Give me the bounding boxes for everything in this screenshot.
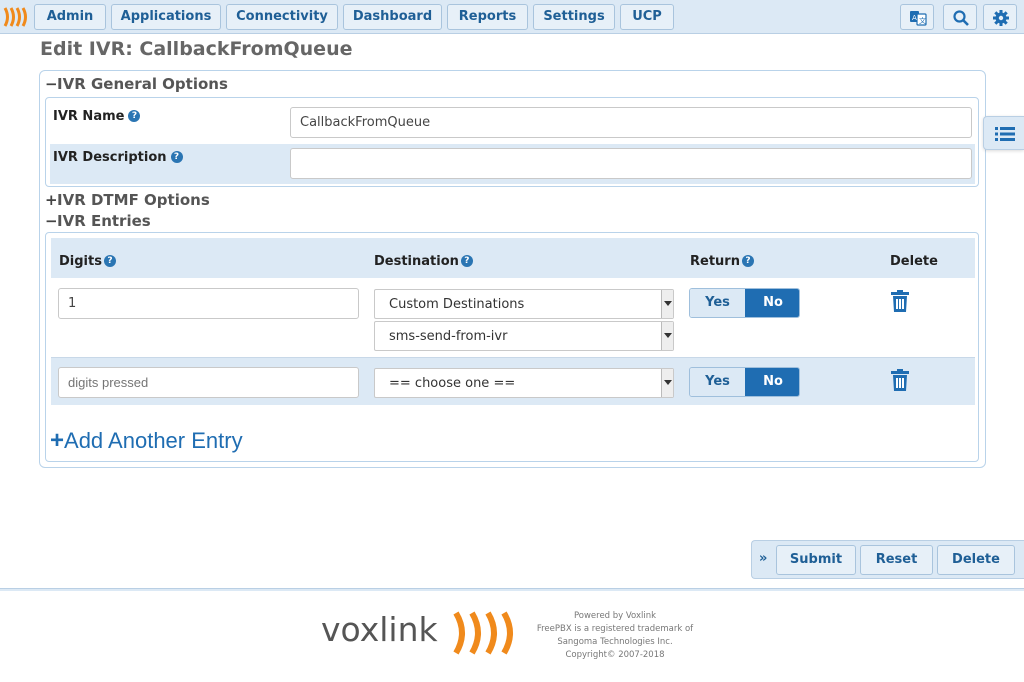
- general-options-header[interactable]: −IVR General Options: [45, 75, 228, 93]
- destination-header: Destination?: [374, 254, 473, 269]
- expand-icon: +: [45, 191, 58, 209]
- chevron-down-icon: [661, 290, 673, 318]
- list-icon: [995, 127, 1015, 141]
- chevron-down-icon: [661, 322, 673, 350]
- nav-dashboard[interactable]: Dashboard: [343, 4, 442, 30]
- footer-divider: [0, 588, 1024, 591]
- entries-title: IVR Entries: [57, 212, 151, 230]
- nav-ucp[interactable]: UCP: [620, 4, 674, 30]
- search-button[interactable]: [943, 4, 977, 30]
- voxlink-logo-icon[interactable]: [2, 6, 30, 28]
- nav-reports[interactable]: Reports: [447, 4, 528, 30]
- entries-header[interactable]: −IVR Entries: [45, 212, 151, 230]
- help-icon[interactable]: ?: [103, 255, 116, 267]
- ivr-description-input[interactable]: [290, 148, 972, 179]
- destination-select[interactable]: == choose one ==: [374, 368, 674, 398]
- dtmf-options-title: IVR DTMF Options: [57, 191, 210, 209]
- reset-button[interactable]: Reset: [860, 545, 933, 575]
- add-entry-link[interactable]: +Add Another Entry: [50, 427, 243, 455]
- top-nav: Admin Applications Connectivity Dashboar…: [0, 0, 1024, 34]
- trash-icon[interactable]: [890, 369, 910, 391]
- collapse-action-bar-icon[interactable]: »: [759, 551, 767, 566]
- return-toggle: Yes No: [689, 367, 800, 397]
- digits-input[interactable]: [58, 367, 359, 398]
- language-button[interactable]: A 文: [900, 4, 934, 30]
- return-no-button[interactable]: No: [745, 368, 799, 396]
- chevron-down-icon: [661, 369, 673, 397]
- help-icon[interactable]: ?: [128, 110, 141, 122]
- destination-select[interactable]: Custom Destinations: [374, 289, 674, 319]
- svg-text:A: A: [912, 14, 917, 22]
- settings-button[interactable]: [983, 4, 1017, 30]
- ivr-name-input[interactable]: CallbackFromQueue: [290, 107, 972, 138]
- dtmf-options-header[interactable]: +IVR DTMF Options: [45, 191, 210, 209]
- collapse-icon: −: [45, 212, 58, 230]
- digits-input[interactable]: 1: [58, 288, 359, 319]
- footer-brand: voxlink: [321, 610, 438, 649]
- help-icon[interactable]: ?: [741, 255, 754, 267]
- side-panel-toggle[interactable]: [983, 116, 1024, 150]
- digits-header: Digits?: [59, 254, 116, 269]
- return-yes-button[interactable]: Yes: [690, 368, 745, 396]
- gear-icon: [993, 10, 1009, 26]
- delete-header: Delete: [890, 254, 938, 269]
- help-icon[interactable]: ?: [460, 255, 473, 267]
- help-icon[interactable]: ?: [170, 151, 183, 163]
- entries-table-header: [51, 238, 975, 278]
- footer-text: Powered by Voxlink FreePBX is a register…: [536, 611, 694, 660]
- nav-settings[interactable]: Settings: [533, 4, 615, 30]
- trash-icon[interactable]: [890, 290, 910, 312]
- collapse-icon: −: [45, 75, 58, 93]
- svg-text:文: 文: [919, 16, 926, 25]
- voxlink-logo-icon: [453, 611, 513, 655]
- search-icon: [953, 10, 969, 26]
- return-header: Return?: [690, 254, 754, 269]
- delete-button[interactable]: Delete: [937, 545, 1015, 575]
- nav-applications[interactable]: Applications: [111, 4, 221, 30]
- return-yes-button[interactable]: Yes: [690, 289, 745, 317]
- return-no-button[interactable]: No: [745, 289, 799, 317]
- page-title: Edit IVR: CallbackFromQueue: [40, 38, 353, 60]
- submit-button[interactable]: Submit: [776, 545, 856, 575]
- return-toggle: Yes No: [689, 288, 800, 318]
- nav-connectivity[interactable]: Connectivity: [226, 4, 338, 30]
- language-icon: A 文: [910, 11, 927, 26]
- action-bar: » Submit Reset Delete: [751, 540, 1024, 579]
- sub-destination-select[interactable]: sms-send-from-ivr: [374, 321, 674, 351]
- nav-admin[interactable]: Admin: [34, 4, 106, 30]
- plus-icon: +: [50, 427, 65, 454]
- ivr-name-label: IVR Name?: [53, 109, 141, 124]
- ivr-description-label: IVR Description?: [53, 150, 183, 165]
- general-options-title: IVR General Options: [57, 75, 228, 93]
